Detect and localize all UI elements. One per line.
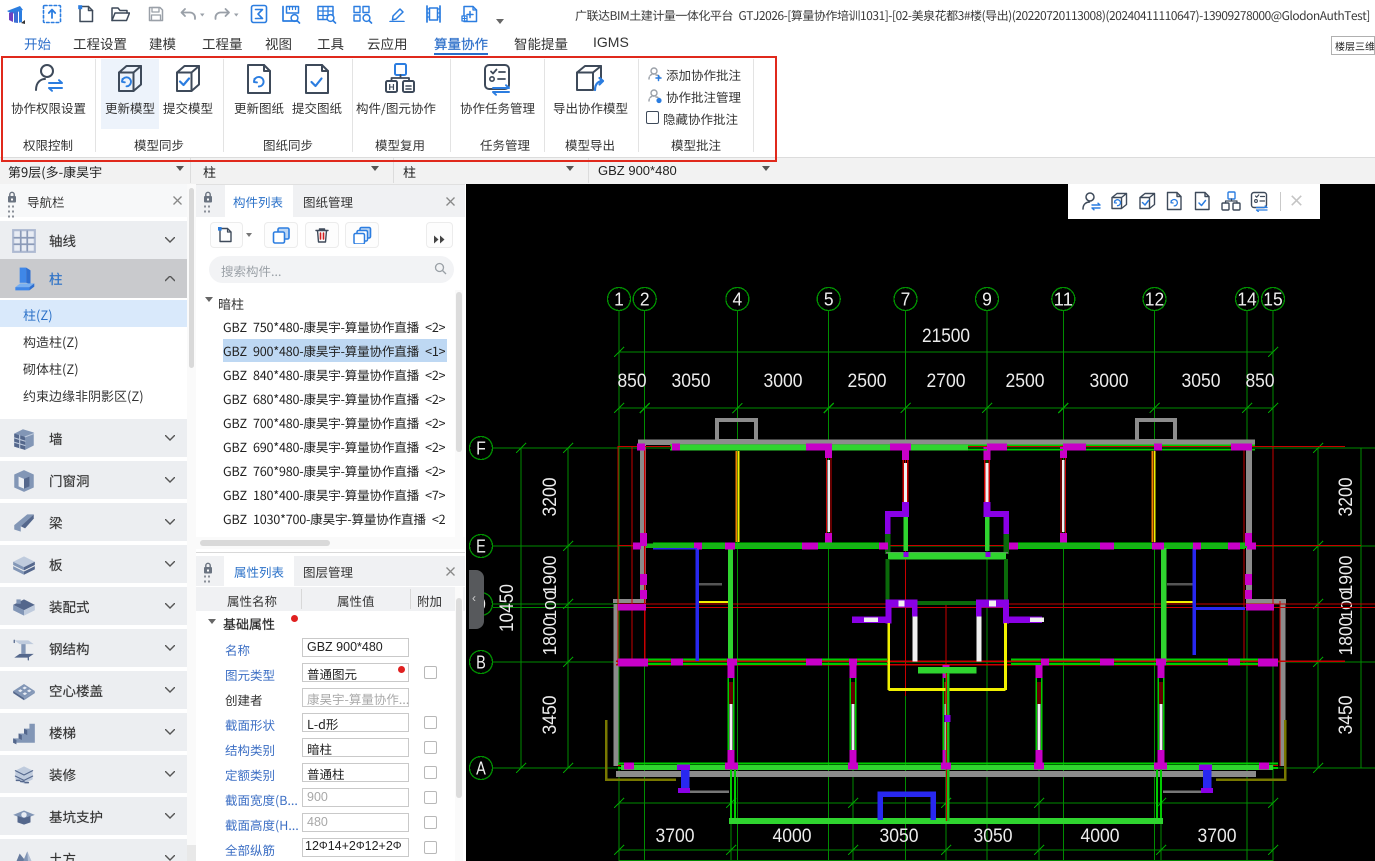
svg-text:3200: 3200 — [539, 477, 561, 516]
svg-text:4000: 4000 — [1081, 825, 1120, 847]
svg-text:2500: 2500 — [1006, 370, 1045, 392]
svg-text:3050: 3050 — [672, 370, 711, 392]
svg-text:E: E — [476, 537, 486, 557]
svg-text:7: 7 — [901, 290, 911, 310]
svg-text:850: 850 — [1246, 370, 1275, 392]
svg-text:11: 11 — [1054, 290, 1073, 310]
svg-text:12: 12 — [1145, 290, 1164, 310]
svg-text:1900: 1900 — [1336, 556, 1356, 595]
svg-text:1800: 1800 — [1336, 617, 1356, 656]
svg-text:1: 1 — [614, 290, 624, 310]
svg-text:100: 100 — [543, 590, 560, 619]
svg-text:3700: 3700 — [656, 825, 695, 847]
svg-text:3050: 3050 — [974, 825, 1013, 847]
svg-text:3200: 3200 — [1335, 477, 1357, 516]
svg-text:100: 100 — [1339, 590, 1356, 619]
svg-text:10450: 10450 — [496, 584, 518, 632]
svg-text:15: 15 — [1263, 290, 1282, 310]
svg-text:3450: 3450 — [1335, 695, 1357, 734]
svg-text:3050: 3050 — [880, 825, 919, 847]
svg-text:4: 4 — [733, 290, 743, 310]
svg-text:14: 14 — [1237, 290, 1256, 310]
svg-text:9: 9 — [982, 290, 992, 310]
svg-text:1900: 1900 — [540, 556, 560, 595]
svg-text:F: F — [476, 439, 486, 459]
svg-text:850: 850 — [618, 370, 647, 392]
svg-text:3450: 3450 — [539, 695, 561, 734]
svg-text:1800: 1800 — [540, 617, 560, 656]
svg-text:3000: 3000 — [764, 370, 803, 392]
svg-text:A: A — [476, 759, 486, 779]
svg-text:4000: 4000 — [773, 825, 812, 847]
svg-text:B: B — [476, 653, 486, 673]
svg-text:3700: 3700 — [1198, 825, 1237, 847]
svg-text:3000: 3000 — [1090, 370, 1129, 392]
svg-text:2500: 2500 — [848, 370, 887, 392]
svg-text:21500: 21500 — [922, 325, 970, 347]
svg-text:5: 5 — [824, 290, 834, 310]
svg-text:2: 2 — [640, 290, 650, 310]
svg-text:2700: 2700 — [927, 370, 966, 392]
svg-text:3050: 3050 — [1182, 370, 1221, 392]
